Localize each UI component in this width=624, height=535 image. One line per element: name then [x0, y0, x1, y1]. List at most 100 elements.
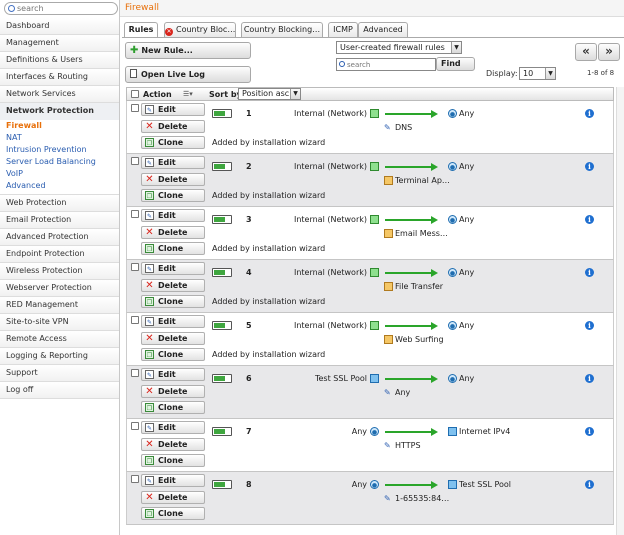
info-icon[interactable]: i	[585, 215, 594, 224]
clone-button[interactable]: ❐ Clone	[141, 295, 205, 308]
row-checkbox[interactable]	[131, 104, 139, 112]
sidebar-subitem-3[interactable]: Server Load Balancing	[0, 156, 119, 168]
service-group-icon[interactable]	[384, 176, 393, 185]
destination-object-icon[interactable]	[448, 480, 457, 489]
service-group-icon[interactable]	[384, 335, 393, 344]
sidebar-item-0[interactable]: Dashboard	[0, 18, 119, 35]
page-next-button[interactable]: »	[598, 43, 620, 61]
clone-button[interactable]: ❐ Clone	[141, 348, 205, 361]
tab-icmp[interactable]: ICMP	[328, 22, 358, 37]
delete-button[interactable]: ✕ Delete	[141, 120, 205, 133]
sidebar-subitem-0[interactable]: Firewall	[0, 120, 119, 132]
edit-button[interactable]: ✎ Edit	[141, 368, 205, 381]
sidebar-item-bottom-6[interactable]: RED Management	[0, 297, 119, 314]
clone-button[interactable]: ❐ Clone	[141, 189, 205, 202]
row-checkbox[interactable]	[131, 157, 139, 165]
sidebar-item-2[interactable]: Definitions & Users	[0, 52, 119, 69]
sortby-select[interactable]: Position asc ▼	[238, 88, 301, 100]
clone-button[interactable]: ❐ Clone	[141, 454, 205, 467]
edit-button[interactable]: ✎ Edit	[141, 474, 205, 487]
sidebar-subitem-1[interactable]: NAT	[0, 132, 119, 144]
tab-advanced[interactable]: Advanced	[358, 22, 408, 37]
page-first-button[interactable]: «	[575, 43, 597, 61]
source-object-icon[interactable]	[370, 162, 379, 171]
clone-button[interactable]: ❐ Clone	[141, 507, 205, 520]
new-rule-button[interactable]: ✚ New Rule...	[125, 42, 251, 59]
sidebar-subitem-4[interactable]: VoIP	[0, 168, 119, 180]
sidebar-item-bottom-9[interactable]: Logging & Reporting	[0, 348, 119, 365]
sidebar-item-bottom-0[interactable]: Web Protection	[0, 195, 119, 212]
display-count-select[interactable]: 10 ▼	[519, 67, 556, 80]
delete-button[interactable]: ✕ Delete	[141, 279, 205, 292]
destination-object-icon[interactable]: ●	[448, 162, 457, 171]
select-all-checkbox[interactable]	[131, 90, 139, 98]
source-object-icon[interactable]: ●	[370, 480, 379, 489]
sidebar-item-bottom-7[interactable]: Site-to-site VPN	[0, 314, 119, 331]
tab-country-blocking[interactable]: ✕ Country Bloc…	[164, 22, 236, 37]
destination-object-icon[interactable]: ●	[448, 109, 457, 118]
clone-button[interactable]: ❐ Clone	[141, 136, 205, 149]
source-object-icon[interactable]	[370, 374, 379, 383]
info-icon[interactable]: i	[585, 321, 594, 330]
edit-button[interactable]: ✎ Edit	[141, 103, 205, 116]
source-object-icon[interactable]	[370, 268, 379, 277]
vertical-scrollbar[interactable]	[616, 87, 624, 535]
sidebar-item-bottom-5[interactable]: Webserver Protection	[0, 280, 119, 297]
source-object-icon[interactable]: ●	[370, 427, 379, 436]
info-icon[interactable]: i	[585, 374, 594, 383]
source-object-icon[interactable]	[370, 215, 379, 224]
rule-search-input[interactable]	[347, 60, 433, 70]
edit-button[interactable]: ✎ Edit	[141, 262, 205, 275]
sidebar-item-3[interactable]: Interfaces & Routing	[0, 69, 119, 86]
sidebar-item-bottom-1[interactable]: Email Protection	[0, 212, 119, 229]
tab-country-blocking-exceptions[interactable]: Country Blocking…	[241, 22, 323, 37]
info-icon[interactable]: i	[585, 109, 594, 118]
destination-object-icon[interactable]: ●	[448, 215, 457, 224]
row-checkbox[interactable]	[131, 422, 139, 430]
edit-button[interactable]: ✎ Edit	[141, 315, 205, 328]
destination-object-icon[interactable]	[448, 427, 457, 436]
destination-object-icon[interactable]: ●	[448, 321, 457, 330]
delete-button[interactable]: ✕ Delete	[141, 332, 205, 345]
sidebar-item-bottom-10[interactable]: Support	[0, 365, 119, 382]
service-icon[interactable]: ✎	[384, 441, 393, 450]
sidebar-item-4[interactable]: Network Services	[0, 86, 119, 103]
destination-object-icon[interactable]: ●	[448, 268, 457, 277]
delete-button[interactable]: ✕ Delete	[141, 173, 205, 186]
tab-rules[interactable]: Rules	[124, 22, 158, 37]
sidebar-item-bottom-11[interactable]: Log off	[0, 382, 119, 399]
sidebar-section-network-protection[interactable]: Network Protection	[0, 103, 119, 120]
find-button[interactable]: Find	[436, 57, 475, 71]
edit-button[interactable]: ✎ Edit	[141, 421, 205, 434]
clone-button[interactable]: ❐ Clone	[141, 242, 205, 255]
edit-button[interactable]: ✎ Edit	[141, 156, 205, 169]
sidebar-search[interactable]	[4, 2, 118, 15]
sidebar-item-bottom-8[interactable]: Remote Access	[0, 331, 119, 348]
sidebar-search-input[interactable]	[17, 3, 115, 14]
source-object-icon[interactable]	[370, 109, 379, 118]
sidebar-item-1[interactable]: Management	[0, 35, 119, 52]
sidebar-item-bottom-2[interactable]: Advanced Protection	[0, 229, 119, 246]
service-group-icon[interactable]	[384, 282, 393, 291]
service-icon[interactable]: ✎	[384, 123, 393, 132]
source-object-icon[interactable]	[370, 321, 379, 330]
sidebar-subitem-2[interactable]: Intrusion Prevention	[0, 144, 119, 156]
row-checkbox[interactable]	[131, 475, 139, 483]
delete-button[interactable]: ✕ Delete	[141, 226, 205, 239]
edit-button[interactable]: ✎ Edit	[141, 209, 205, 222]
destination-object-icon[interactable]: ●	[448, 374, 457, 383]
info-icon[interactable]: i	[585, 480, 594, 489]
info-icon[interactable]: i	[585, 427, 594, 436]
row-checkbox[interactable]	[131, 210, 139, 218]
sidebar-item-bottom-3[interactable]: Endpoint Protection	[0, 246, 119, 263]
clone-button[interactable]: ❐ Clone	[141, 401, 205, 414]
open-live-log-button[interactable]: Open Live Log	[125, 66, 251, 83]
column-menu-icon[interactable]: ☰▾	[183, 90, 205, 99]
row-checkbox[interactable]	[131, 263, 139, 271]
row-checkbox[interactable]	[131, 369, 139, 377]
delete-button[interactable]: ✕ Delete	[141, 438, 205, 451]
info-icon[interactable]: i	[585, 268, 594, 277]
service-icon[interactable]: ✎	[384, 494, 393, 503]
rule-filter-select[interactable]: User-created firewall rules ▼	[336, 41, 462, 54]
row-checkbox[interactable]	[131, 316, 139, 324]
